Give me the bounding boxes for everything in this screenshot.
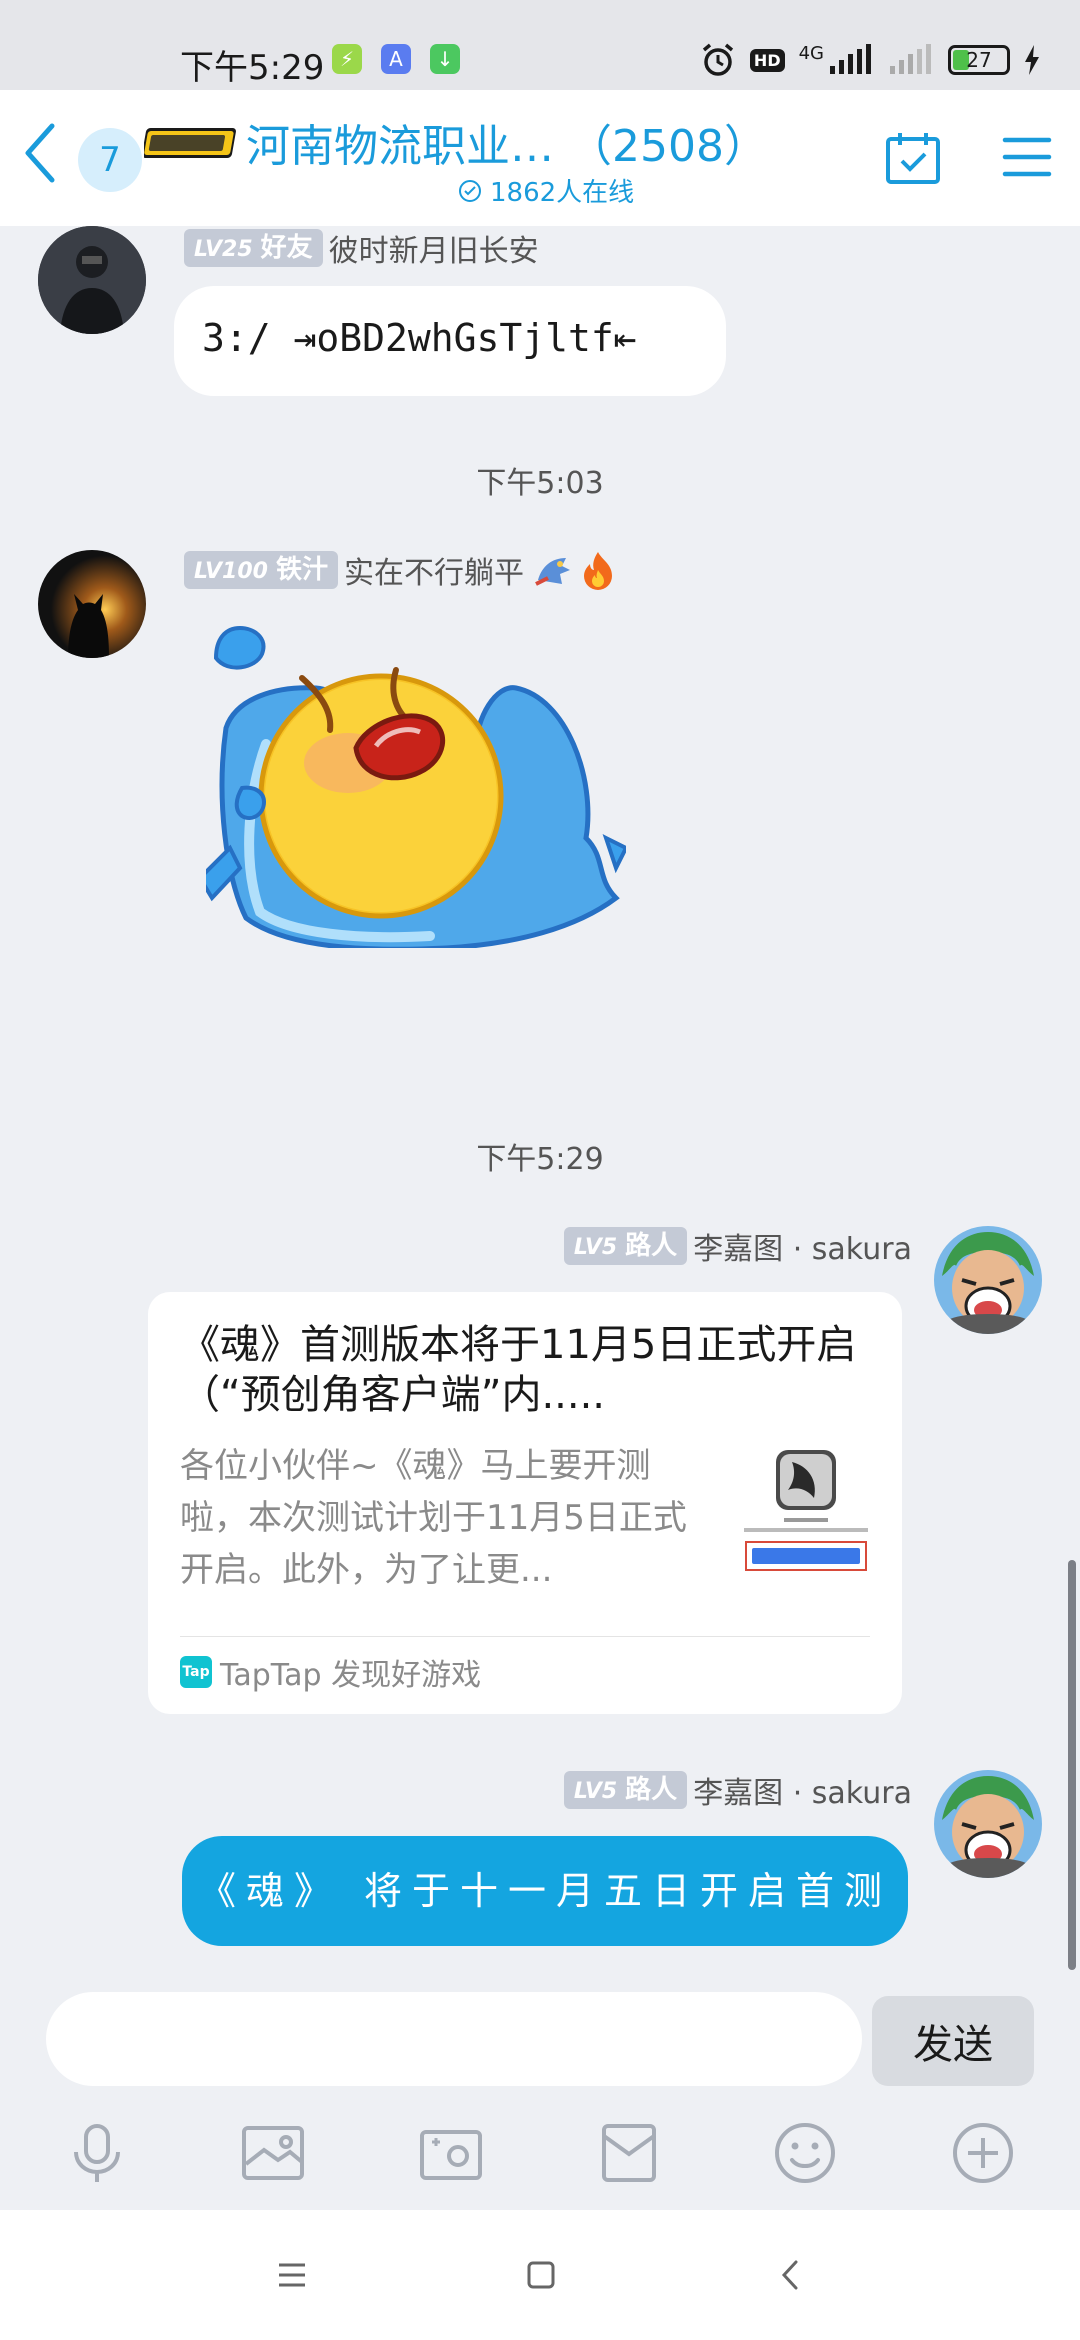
- menu-icon[interactable]: [1002, 134, 1052, 180]
- fire-icon: [583, 552, 612, 590]
- outgoing-message-bubble[interactable]: 《魂》 将于十一月五日开启首测: [182, 1836, 908, 1946]
- crying-face-sticker[interactable]: [206, 618, 626, 948]
- online-count[interactable]: 1862人在线: [458, 172, 634, 209]
- link-card[interactable]: 《魂》首测版本将于11月5日正式开启（“预创角客户端”内..... 各位小伙伴~…: [148, 1292, 902, 1714]
- hd-badge: HD: [749, 48, 785, 72]
- taptap-icon: Tap: [180, 1656, 212, 1688]
- level-badge: LV100 铁汁: [184, 551, 338, 589]
- timestamp: 下午5:29: [476, 1142, 604, 1177]
- card-thumbnail: [736, 1448, 876, 1588]
- network-type: 4G: [798, 42, 824, 64]
- charging-icon: [1025, 45, 1039, 75]
- avatar[interactable]: [934, 1226, 1042, 1334]
- card-title: 《魂》首测版本将于11月5日正式开启（“预创角客户端”内.....: [180, 1322, 857, 1418]
- avatar-cat-icon: [38, 550, 146, 658]
- dragon-icon: [535, 558, 570, 586]
- sender-name: 彼时新月旧长安: [328, 234, 539, 269]
- camera-icon[interactable]: [418, 2120, 484, 2186]
- emoji-icon[interactable]: [772, 2120, 838, 2186]
- image-icon[interactable]: [240, 2120, 306, 2186]
- unread-count-badge[interactable]: 7: [78, 128, 142, 192]
- sender-line: LV5 路人 李嘉图 · sakura: [563, 1768, 912, 1812]
- status-time: 下午5:29: [180, 48, 325, 88]
- plus-icon[interactable]: [950, 2120, 1016, 2186]
- group-title[interactable]: 河南物流职业… （2508）: [246, 110, 768, 174]
- check-circle-icon: [459, 179, 481, 202]
- mic-icon[interactable]: [64, 2120, 130, 2186]
- signal-weak-icon: [890, 44, 931, 74]
- send-button[interactable]: 发送: [872, 1996, 1034, 2086]
- sender-name: 实在不行躺平: [343, 556, 524, 591]
- sender-line: LV25 好友 彼时新月旧长安: [184, 226, 539, 270]
- message-input[interactable]: [46, 1992, 862, 2086]
- battery-icon: 27: [948, 45, 1010, 75]
- scrollbar[interactable]: [1068, 1560, 1076, 1970]
- alarm-icon: [702, 43, 734, 76]
- level-badge: LV25 好友: [184, 229, 323, 267]
- card-divider: [180, 1636, 870, 1637]
- download-icon: ↓: [430, 44, 460, 74]
- calendar-check-icon[interactable]: [884, 130, 942, 186]
- avatar-anime-icon: [934, 1226, 1042, 1334]
- status-indicators: HD 4G 27: [700, 42, 1040, 78]
- nav-menu-icon[interactable]: [267, 2250, 317, 2300]
- avatar[interactable]: [38, 226, 146, 334]
- avatar-anime-icon: [934, 1770, 1042, 1878]
- back-arrow-icon[interactable]: [18, 118, 68, 188]
- sender-line: LV5 路人 李嘉图 · sakura: [563, 1224, 912, 1268]
- sender-name: 李嘉图 · sakura: [693, 1776, 912, 1811]
- status-bar: 下午5:29 ⚡ A ↓ HD 4G 27: [0, 0, 1080, 90]
- input-bar: 发送: [0, 1970, 1080, 2210]
- card-source: Tap TapTap 发现好游戏: [180, 1650, 481, 1694]
- bolt-app-icon: ⚡: [332, 44, 362, 74]
- nav-back-icon[interactable]: [766, 2250, 816, 2300]
- avatar-person-icon: [38, 226, 146, 334]
- system-nav-bar: [0, 2210, 1080, 2340]
- chat-messages[interactable]: LV25 好友 彼时新月旧长安 3:/ ⇥oBD2whGsTjltf⇤ 下午5:0…: [0, 226, 1080, 1970]
- nav-home-icon[interactable]: [516, 2250, 566, 2300]
- sender-line: LV100 铁汁 实在不行躺平: [184, 548, 616, 592]
- level-badge: LV5 路人: [563, 1227, 688, 1265]
- app-store-icon: A: [381, 44, 411, 74]
- timestamp: 下午5:03: [476, 466, 604, 501]
- avatar[interactable]: [38, 550, 146, 658]
- group-logo: [144, 128, 236, 158]
- sender-name: 李嘉图 · sakura: [693, 1232, 912, 1267]
- avatar[interactable]: [934, 1770, 1042, 1878]
- message-bubble[interactable]: 3:/ ⇥oBD2whGsTjltf⇤: [174, 286, 726, 396]
- file-icon[interactable]: [596, 2120, 662, 2186]
- card-description: 各位小伙伴~《魂》马上要开测啦，本次测试计划于11月5日正式开启。此外，为了让更…: [180, 1446, 687, 1590]
- level-badge: LV5 路人: [563, 1771, 688, 1809]
- message-text: 3:/ ⇥oBD2whGsTjltf⇤: [202, 316, 637, 360]
- signal-icon: [830, 44, 871, 74]
